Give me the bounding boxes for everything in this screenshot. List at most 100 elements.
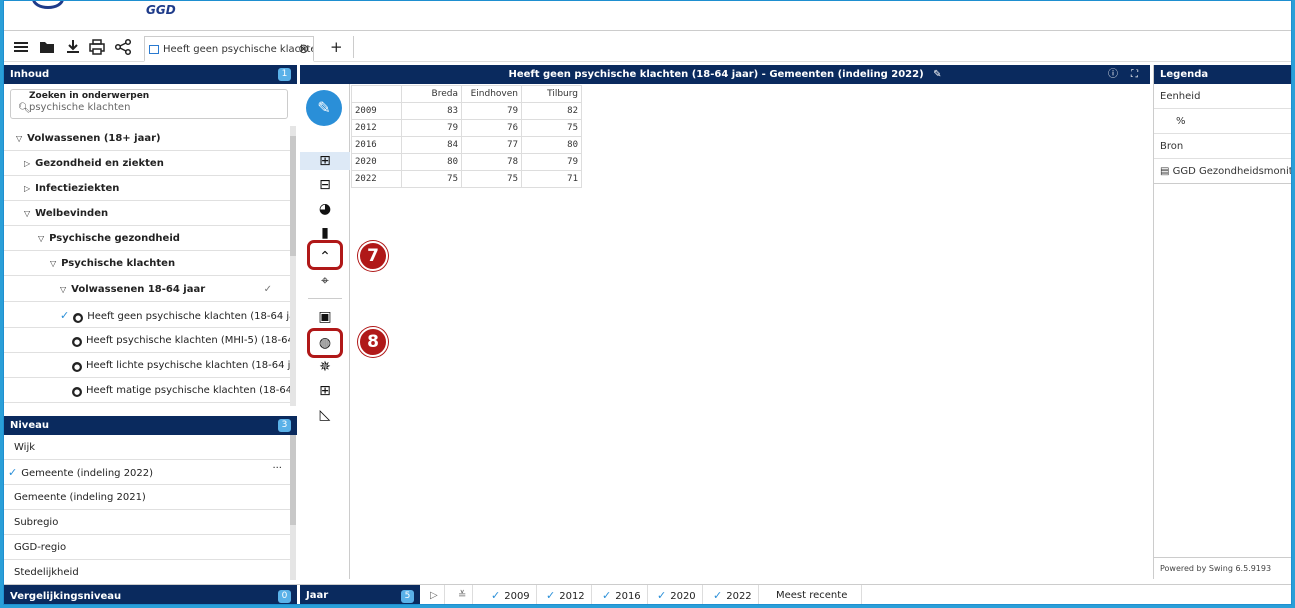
table-row: 2016 84 77 80 (351, 136, 582, 154)
year-item-2016[interactable]: ✓ 2016 (596, 585, 648, 604)
checkmark-icon: ✓ (602, 589, 612, 602)
expanded-triangle-icon: ▽ (60, 285, 67, 294)
select-all-years-icon[interactable]: ≚ (452, 585, 474, 604)
year-item-2012[interactable]: ✓ 2012 (540, 585, 592, 604)
checkmark-icon: ✓ (546, 589, 556, 602)
powered-by: Powered by Swing 6.5.9193 (1154, 557, 1291, 579)
download-icon[interactable] (64, 38, 82, 56)
table-cell: 78 (461, 153, 522, 171)
table-row: 2009 83 79 82 (351, 102, 582, 120)
tab-divider (353, 36, 354, 58)
tree-item-welbevinden[interactable]: ▽ Welbevinden (4, 201, 290, 226)
row-header: 2009 (351, 102, 402, 120)
info-icon[interactable]: ⓘ (1108, 65, 1118, 84)
indicator-icon: ● (72, 337, 82, 347)
table-cell: 76 (461, 119, 522, 137)
crosshair-icon[interactable]: ⌖ (316, 272, 334, 290)
indicator-icon: ● (72, 362, 82, 372)
column-header[interactable]: Tilburg (521, 85, 582, 103)
preview-icon[interactable]: ▣ (316, 308, 334, 326)
expanded-triangle-icon: ▽ (24, 209, 31, 218)
ggd-logo-icon (32, 1, 64, 9)
row-header: 2020 (351, 153, 402, 171)
level-item-stedelijkheid[interactable]: Stedelijkheid (4, 560, 290, 585)
table-row: 2020 80 78 79 (351, 153, 582, 171)
column-header[interactable]: Eindhoven (461, 85, 522, 103)
most-recent-button[interactable]: Meest recente (762, 585, 863, 604)
table-cell: 82 (521, 102, 582, 120)
tree-item-lichte-klachten[interactable]: ● Heeft lichte psychische klachten (18-64… (4, 353, 290, 378)
map-chart-icon[interactable]: ◕ (316, 200, 334, 218)
share-icon[interactable] (114, 38, 132, 56)
year-item-2009[interactable]: ✓ 2009 (485, 585, 537, 604)
bottom-bar: Vergelijkingsniveau 0 Jaar 5 ▷ ≚ ✓ 2009 ✓… (4, 584, 1291, 604)
expanded-triangle-icon: ▽ (50, 259, 57, 268)
more-options-icon[interactable]: ··· (272, 456, 282, 481)
indicator-icon: ● (73, 313, 84, 323)
search-input[interactable] (29, 102, 279, 113)
inhoud-header: Inhoud 1 (4, 65, 297, 84)
ruler-icon[interactable]: ◺ (316, 406, 334, 424)
pivot-table-icon[interactable]: ⊟ (316, 176, 334, 194)
expanded-triangle-icon: ▽ (16, 134, 23, 143)
tree-item-psychische-gezondheid[interactable]: ▽ Psychische gezondheid (4, 226, 290, 251)
tree-item-volwassenen-18-64[interactable]: ▽ Volwassenen 18-64 jaar ✓ (4, 277, 290, 302)
tree-item-gezondheid[interactable]: ▷ Gezondheid en ziekten (4, 151, 290, 176)
niveau-title: Niveau (10, 420, 49, 431)
year-item-2020[interactable]: ✓ 2020 (651, 585, 703, 604)
tree-item-volwassenen[interactable]: ▽ Volwassenen (18+ jaar) (4, 126, 290, 151)
tree-scrollbar[interactable] (290, 126, 296, 406)
level-item-gemeente-2021[interactable]: Gemeente (indeling 2021) (4, 485, 290, 510)
tree-item-matige-klachten[interactable]: ● Heeft matige psychische klachten (18-64… (4, 378, 290, 403)
tree-item-geen-klachten[interactable]: ✓ ● Heeft geen psychische klachten (18-64 … (4, 303, 290, 328)
fullscreen-icon[interactable]: ⛶ (1131, 65, 1138, 84)
table-row: 2012 79 76 75 (351, 119, 582, 137)
row-header: 2012 (351, 119, 402, 137)
highlight-box-7 (307, 240, 343, 270)
year-title: Jaar (306, 590, 329, 601)
menu-icon[interactable] (12, 38, 30, 56)
check-all-icon[interactable]: ✓ (264, 277, 272, 301)
table-cell: 75 (401, 170, 462, 188)
table-cell: 79 (461, 102, 522, 120)
table-cell: 79 (521, 153, 582, 171)
play-icon[interactable]: ▷ (424, 585, 445, 604)
niveau-scrollbar-thumb[interactable] (290, 435, 296, 525)
table-view-icon[interactable]: ⊞ (300, 152, 350, 170)
bron-source-link[interactable]: ▤ GGD Gezondheidsmonitor Vo (1154, 159, 1291, 184)
inhoud-badge: 1 (278, 68, 291, 81)
legend-panel: Legenda Eenheid % Bron ▤ GGD Gezondheids… (1153, 65, 1291, 579)
print-icon[interactable] (88, 38, 106, 56)
expanded-triangle-icon: ▽ (38, 234, 45, 243)
table-cell: 83 (401, 102, 462, 120)
niveau-scrollbar[interactable] (290, 435, 296, 580)
tree-item-klachten-mhi5[interactable]: ● Heeft psychische klachten (MHI-5) (18-6… (4, 328, 290, 353)
level-item-wijk[interactable]: Wijk (4, 435, 290, 460)
table-settings-icon[interactable]: ⊞ (316, 382, 334, 400)
search-box[interactable]: Zoeken in onderwerpen 🔍︎ (10, 89, 288, 119)
open-folder-icon[interactable] (38, 38, 56, 56)
tree-item-infectieziekten[interactable]: ▷ Infectieziekten (4, 176, 290, 201)
vergelijk-badge: 0 (278, 590, 291, 603)
table-cell: 71 (521, 170, 582, 188)
level-item-subregio[interactable]: Subregio (4, 510, 290, 535)
level-item-gemeente-2022[interactable]: ✓ Gemeente (indeling 2022) ··· (4, 460, 290, 485)
collapsed-triangle-icon: ▷ (24, 159, 31, 168)
tab-heeft-geen-psychische-klachten[interactable]: Heeft geen psychische klachten ⊗ (144, 36, 314, 62)
tree-scrollbar-thumb[interactable] (290, 136, 296, 256)
column-header[interactable]: Breda (401, 85, 462, 103)
checkmark-icon: ✓ (60, 309, 70, 322)
close-icon[interactable]: ⊗ (298, 42, 309, 57)
edit-pencil-button[interactable]: ✎ (306, 90, 342, 126)
year-header: Jaar 5 (300, 585, 420, 604)
settings-gear-icon[interactable]: ✵ (316, 358, 334, 376)
level-item-ggd-regio[interactable]: GGD-regio (4, 535, 290, 560)
tree-item-psychische-klachten[interactable]: ▽ Psychische klachten (4, 251, 290, 276)
add-tab-button[interactable]: + (330, 38, 343, 56)
legend-title: Legenda (1160, 69, 1209, 80)
vergelijk-header[interactable]: Vergelijkingsniveau 0 (4, 585, 297, 604)
edit-title-icon[interactable]: ✎ (933, 69, 941, 80)
logo-text: GGD (146, 3, 176, 17)
year-item-2022[interactable]: ✓ 2022 (707, 585, 759, 604)
logo-bar: GGD (4, 1, 1291, 31)
